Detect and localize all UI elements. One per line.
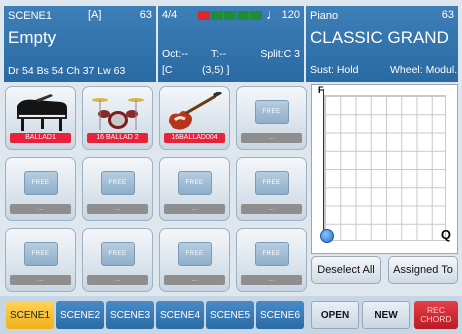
scene-slot[interactable]: BALLAD1 — [5, 86, 76, 150]
free-slot-tile: FREE — [254, 242, 289, 266]
scene-slot-label: ... — [164, 275, 225, 285]
free-slot-tile: FREE — [177, 171, 212, 195]
free-slot-tile: FREE — [177, 242, 212, 266]
scene-slot-label: 16BALLAD004 — [164, 133, 225, 143]
free-slot-tile: FREE — [100, 171, 135, 195]
scene-volumes: Dr 54 Bs 54 Ch 37 Lw 63 — [8, 65, 126, 77]
scene-slot[interactable]: FREE ... — [5, 157, 76, 221]
scene-slot[interactable]: FREE ... — [236, 86, 307, 150]
scene-slot[interactable]: 16 BALLAD 2 — [82, 86, 153, 150]
rec-chord-button[interactable]: REC CHORD — [414, 301, 458, 329]
split-value: Split:C 3 — [260, 48, 300, 60]
tab-scene3[interactable]: SCENE3 — [106, 301, 154, 329]
scene-slot-label: ... — [241, 275, 302, 285]
scene-slot[interactable]: FREE ... — [159, 228, 230, 292]
filter-graph-grid — [324, 95, 446, 241]
free-slot-tile: FREE — [23, 171, 58, 195]
free-slot-tile: FREE — [254, 171, 289, 195]
grand-piano-icon — [10, 90, 71, 134]
scene-slot-label: ... — [10, 204, 71, 214]
graph-y-label: F — [318, 85, 324, 95]
beat-meter-segment — [250, 11, 262, 20]
assigned-to-button[interactable]: Assigned To — [388, 256, 458, 284]
scene-slot-label: ... — [10, 275, 71, 285]
filter-graph-panel[interactable]: F Q — [311, 84, 458, 254]
scene-slot[interactable]: FREE ... — [82, 157, 153, 221]
scene-slot[interactable]: FREE ... — [236, 228, 307, 292]
chord-root: [C — [162, 64, 173, 76]
bottom-bar: SCENE1 SCENE2 SCENE3 SCENE4 SCENE5 SCENE… — [0, 296, 462, 334]
status-panel[interactable]: 4/4 ♩ 120 Oct:-- T:-- Split:C 3 [C (3,5)… — [158, 6, 304, 82]
beat-meter-segment — [211, 11, 223, 20]
tab-scene4[interactable]: SCENE4 — [156, 301, 204, 329]
graph-y-axis — [323, 89, 324, 241]
tab-scene6[interactable]: SCENE6 — [256, 301, 304, 329]
scene-slot-label: ... — [241, 204, 302, 214]
scene-slot-label: 16 BALLAD 2 — [87, 133, 148, 143]
scene-number: 63 — [139, 9, 152, 21]
beat-meter-segment — [198, 11, 210, 20]
voice-panel[interactable]: Piano 63 CLASSIC GRAND Sust: Hold Wheel:… — [306, 6, 458, 82]
graph-q-label: Q — [440, 227, 451, 242]
beat-meter-segment — [224, 11, 236, 20]
scene-slot-label: ... — [87, 275, 148, 285]
scene-slot-label: ... — [241, 133, 302, 143]
rec-chord-label-line2: CHORD — [420, 314, 452, 324]
beat-meter-segment — [237, 11, 249, 20]
scene-bank: [A] — [88, 9, 102, 21]
scene-title: SCENE1 — [8, 10, 53, 22]
transpose-value: T:-- — [211, 48, 227, 60]
scene-slot-label: ... — [164, 204, 225, 214]
wheel-mode: Wheel: Modul. — [390, 64, 458, 76]
sustain-mode: Sust: Hold — [310, 64, 359, 76]
scene-slot[interactable]: FREE ... — [5, 228, 76, 292]
scene-info-panel[interactable]: SCENE1 [A] 63 Empty Dr 54 Bs 54 Ch 37 Lw… — [4, 6, 156, 82]
free-slot-tile: FREE — [254, 100, 289, 124]
beat-meter — [198, 11, 262, 20]
scene-slot-label: ... — [87, 204, 148, 214]
voice-category: Piano — [310, 10, 339, 22]
scene-slot[interactable]: 16BALLAD004 — [159, 86, 230, 150]
scene-slot[interactable]: FREE ... — [159, 157, 230, 221]
free-slot-tile: FREE — [100, 242, 135, 266]
tab-scene2[interactable]: SCENE2 — [56, 301, 104, 329]
electric-bass-icon — [164, 90, 225, 134]
scene-slot[interactable]: FREE ... — [82, 228, 153, 292]
open-button[interactable]: OPEN — [311, 301, 359, 329]
chord-value: (3,5) ] — [202, 64, 230, 76]
time-signature: 4/4 — [162, 9, 178, 21]
voice-number: 63 — [441, 9, 454, 21]
scene-name: Empty — [8, 28, 57, 47]
new-button[interactable]: NEW — [362, 301, 410, 329]
drum-kit-icon — [87, 90, 148, 134]
graph-control-point[interactable] — [320, 229, 334, 243]
scene-slot-label: BALLAD1 — [10, 133, 71, 143]
scene-grid: BALLAD1 16 BALLAD 2 16BALLAD004 FREE ...… — [5, 86, 307, 296]
deselect-all-button[interactable]: Deselect All — [311, 256, 381, 284]
octave-value: Oct:-- — [162, 48, 189, 60]
voice-name: CLASSIC GRAND — [310, 28, 449, 47]
scene-slot[interactable]: FREE ... — [236, 157, 307, 221]
tempo-value[interactable]: 120 — [282, 9, 300, 21]
tab-scene5[interactable]: SCENE5 — [206, 301, 254, 329]
tab-scene1[interactable]: SCENE1 — [6, 301, 54, 329]
quarter-note-icon: ♩ — [266, 6, 280, 22]
free-slot-tile: FREE — [23, 242, 58, 266]
